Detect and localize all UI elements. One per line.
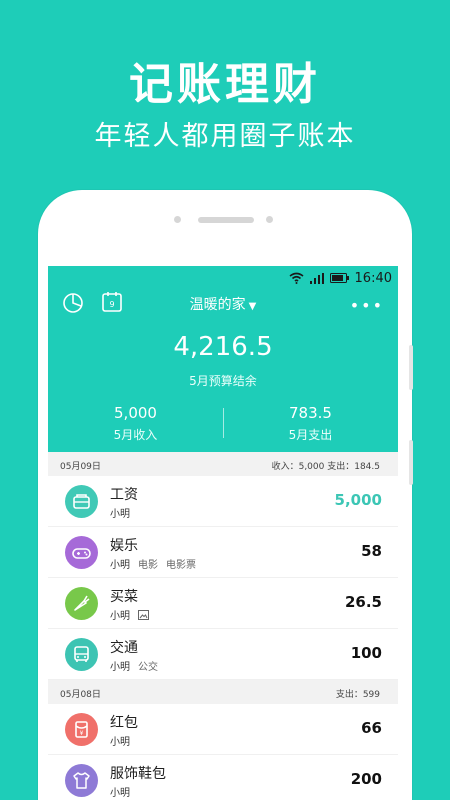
expense-summary[interactable]: 783.5 5月支出 — [223, 404, 398, 443]
transaction-item[interactable]: 工资 小明 5,000 — [48, 476, 398, 527]
phone-sensor — [266, 216, 273, 223]
transaction-item[interactable]: 服饰鞋包 小明 200 — [48, 755, 398, 800]
expense-amount: 783.5 — [289, 404, 332, 422]
transaction-category: 娱乐 — [110, 538, 138, 554]
transaction-user: 小明 — [110, 509, 130, 520]
budget-balance: 4,216.5 — [173, 332, 273, 362]
date-totals: 收入：5,000 支出：184.5 — [271, 462, 380, 472]
transaction-meta: 小明 — [110, 733, 130, 748]
book-name: 温暖的家 — [189, 297, 246, 313]
transaction-tag: 电影 — [138, 560, 158, 571]
transaction-category: 买菜 — [110, 589, 138, 605]
transaction-meta: 小明 电影 电影票 — [110, 556, 196, 571]
date-header: 05月08日 支出：599 — [48, 680, 398, 704]
hero-subtitle: 年轻人都用圈子账本 — [94, 121, 356, 152]
transaction-amount: 58 — [361, 542, 382, 560]
transaction-amount: 26.5 — [344, 593, 382, 611]
transaction-amount: 200 — [350, 770, 382, 788]
summary-header: 16:40 9 温暖的家▼ ••• 4,216.5 5月预算结余 5,000 — [48, 266, 398, 452]
bus-icon — [65, 638, 98, 671]
status-bar: 16:40 — [289, 270, 392, 286]
transaction-item[interactable]: 买菜 小明 26.5 — [48, 578, 398, 629]
phone-side-button — [409, 440, 413, 485]
transaction-meta: 小明 — [110, 784, 130, 799]
more-icon[interactable]: ••• — [350, 296, 384, 315]
budget-balance-label: 5月预算结余 — [189, 374, 257, 388]
transaction-item[interactable]: ¥ 红包 小明 66 — [48, 704, 398, 755]
income-label: 5月收入 — [113, 428, 158, 442]
red-envelope-icon: ¥ — [65, 713, 98, 746]
transaction-item[interactable]: 娱乐 小明 电影 电影票 58 — [48, 527, 398, 578]
transaction-tag: 电影票 — [166, 560, 196, 571]
transaction-user: 小明 — [110, 788, 130, 799]
nav-row: 9 温暖的家 ▼ ••• — [48, 290, 398, 318]
monthly-summary: 5,000 5月收入 783.5 5月支出 — [48, 404, 398, 444]
transaction-meta: 小明 — [110, 505, 130, 520]
hero-title: 记账理财 — [129, 59, 321, 110]
transaction-category: 工资 — [110, 487, 138, 503]
transaction-user: 小明 — [110, 737, 130, 748]
transaction-user: 小明 — [110, 611, 130, 622]
income-summary[interactable]: 5,000 5月收入 — [48, 404, 223, 443]
phone-side-button — [409, 345, 413, 390]
transaction-meta: 小明 — [110, 607, 149, 622]
transaction-user: 小明 — [110, 662, 130, 673]
battery-icon — [329, 273, 349, 283]
transaction-tag: 公交 — [138, 662, 158, 673]
phone-speaker — [198, 217, 254, 223]
transaction-category: 服饰鞋包 — [110, 766, 166, 782]
transaction-user: 小明 — [110, 560, 130, 571]
transaction-category: 交通 — [110, 640, 138, 656]
transaction-amount: 5,000 — [334, 491, 382, 509]
status-time: 16:40 — [354, 270, 392, 286]
date-label: 05月08日 — [60, 690, 101, 700]
date-label: 05月09日 — [60, 462, 101, 472]
signal-icon — [309, 272, 324, 284]
gamepad-icon — [65, 536, 98, 569]
caret-down-icon: ▼ — [248, 301, 257, 312]
image-attachment-icon — [138, 609, 149, 620]
wifi-icon — [289, 272, 304, 284]
transaction-item[interactable]: 交通 小明 公交 100 — [48, 629, 398, 680]
transaction-amount: 66 — [361, 719, 382, 737]
date-totals: 支出：599 — [335, 690, 380, 700]
phone-camera — [174, 216, 181, 223]
income-amount: 5,000 — [114, 404, 157, 422]
book-selector[interactable]: 温暖的家 ▼ — [48, 294, 398, 314]
app-screen: 16:40 9 温暖的家▼ ••• 4,216.5 5月预算结余 5,000 — [48, 266, 398, 800]
transaction-amount: 100 — [350, 644, 382, 662]
wallet-icon — [65, 485, 98, 518]
carrot-icon — [65, 587, 98, 620]
expense-label: 5月支出 — [288, 428, 333, 442]
date-header: 05月09日 收入：5,000 支出：184.5 — [48, 452, 398, 476]
svg-text:¥: ¥ — [80, 730, 84, 737]
transaction-meta: 小明 公交 — [110, 658, 158, 673]
transaction-category: 红包 — [110, 715, 138, 731]
clothing-icon — [65, 764, 98, 797]
